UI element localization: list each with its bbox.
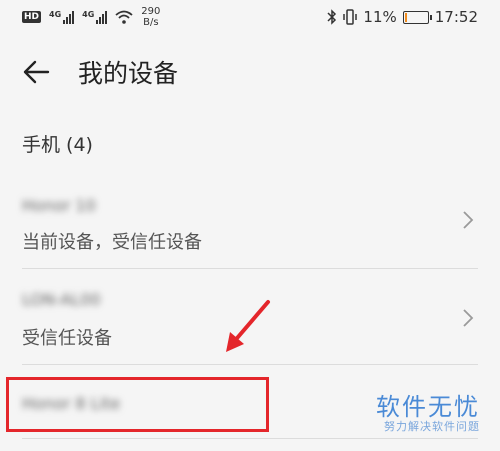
wifi-icon (115, 10, 133, 24)
chevron-right-icon (463, 211, 474, 229)
speed-value: 290 (141, 6, 161, 17)
speed-unit: B/s (143, 17, 159, 28)
battery-percent: 11% (363, 8, 397, 26)
vibrate-icon (343, 9, 358, 25)
status-bar: HD 4G 4G 290 B/s 11% 17:52 (0, 0, 500, 36)
app-bar: 我的设备 (0, 36, 500, 108)
device-status: 当前设备，受信任设备 (22, 232, 202, 253)
annotation-arrow-icon (226, 300, 270, 352)
back-arrow-icon[interactable] (20, 56, 52, 88)
watermark-brand: 软件无忧 (376, 393, 480, 421)
network-type-label: 4G (82, 9, 95, 19)
section-title: 手机 (4) (22, 134, 93, 156)
chevron-right-icon (463, 309, 474, 327)
bluetooth-icon (327, 9, 337, 25)
network-type-label: 4G (49, 9, 62, 19)
status-right: 11% 17:52 (327, 8, 478, 26)
device-name: LON-AL00 (22, 290, 101, 309)
battery-icon (402, 10, 432, 24)
status-left: HD 4G 4G 290 B/s (22, 6, 160, 28)
signal-icon: 4G (49, 9, 75, 24)
device-name: Honor 10 (22, 196, 96, 215)
network-speed: 290 B/s (141, 6, 160, 28)
watermark-slogan: 努力解决软件问题 (384, 420, 480, 433)
signal-icon: 4G (82, 9, 108, 24)
page-title: 我的设备 (78, 59, 179, 88)
divider (22, 438, 478, 439)
device-status: 受信任设备 (22, 328, 112, 349)
device-item[interactable]: Honor 10 当前设备，受信任设备 (0, 188, 500, 268)
highlight-box (6, 377, 269, 432)
hd-icon: HD (22, 11, 42, 23)
clock: 17:52 (434, 8, 478, 26)
divider (22, 364, 478, 365)
watermark: 软件无忧 努力解决软件问题 (376, 394, 480, 434)
divider (22, 268, 478, 269)
